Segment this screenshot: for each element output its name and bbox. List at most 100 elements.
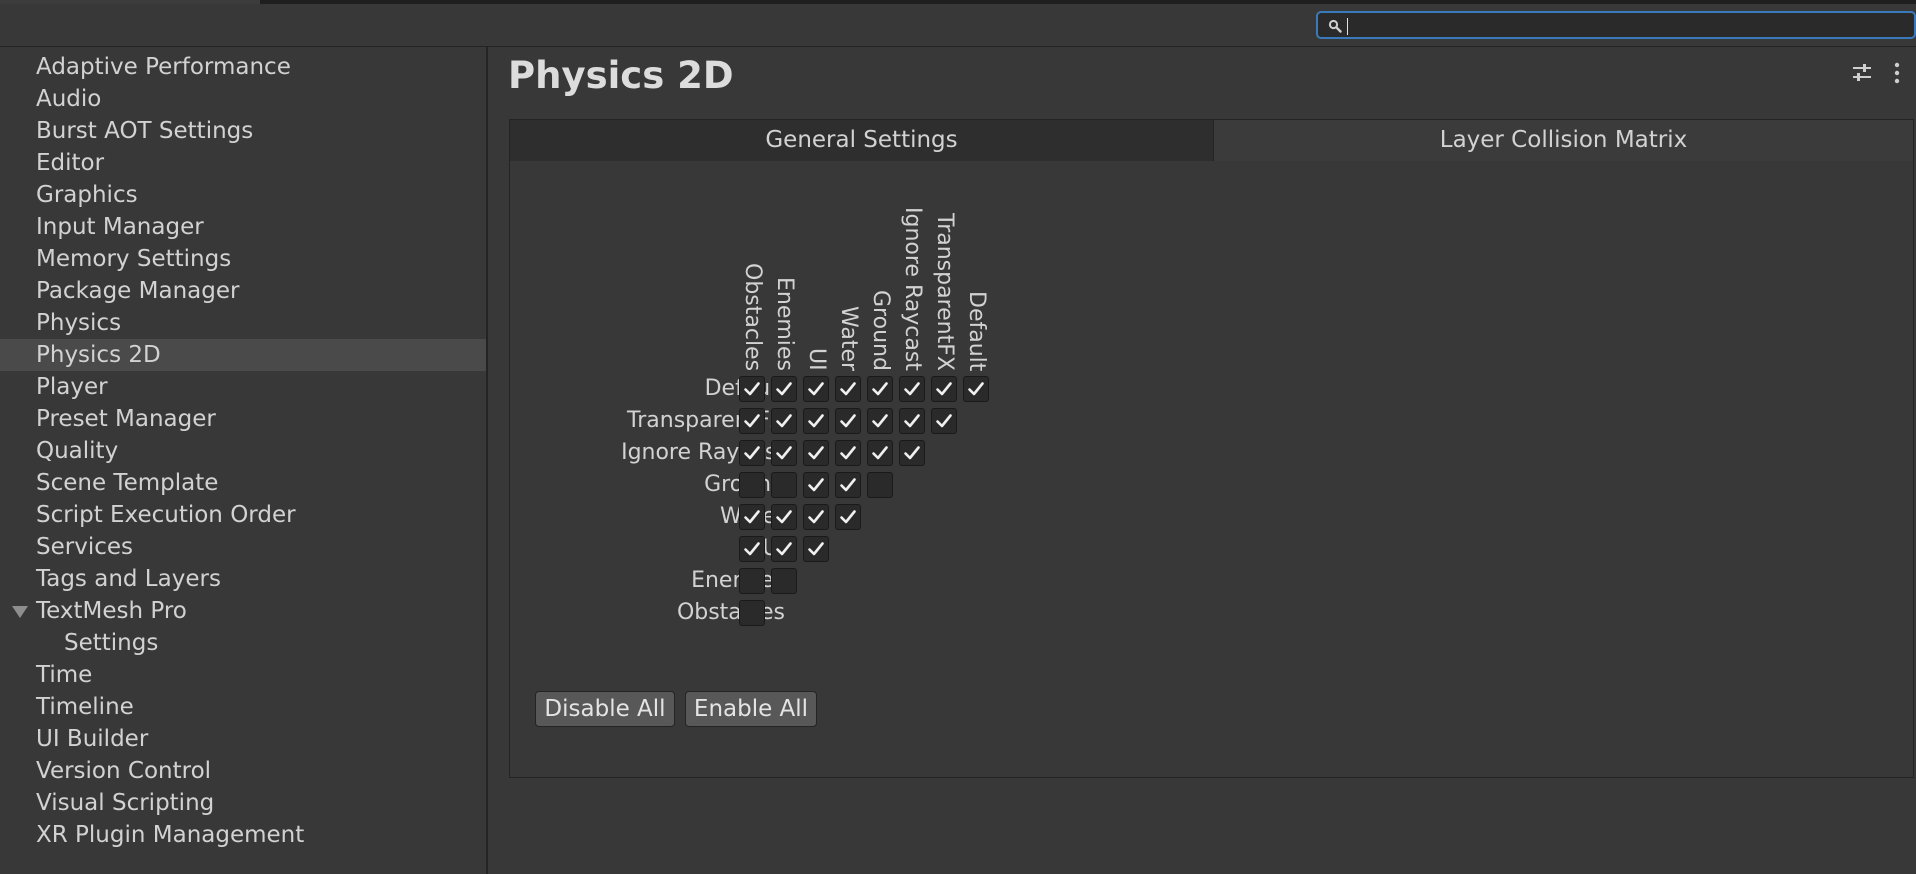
sidebar-item-burst-aot-settings[interactable]: Burst AOT Settings (0, 115, 486, 147)
sidebar-item-label: Timeline (36, 694, 134, 720)
matrix-column-label: Ignore Raycast (900, 207, 925, 371)
sidebar-item-settings[interactable]: Settings (0, 627, 486, 659)
sidebar-item-audio[interactable]: Audio (0, 83, 486, 115)
disable-all-button[interactable]: Disable All (535, 691, 675, 727)
collision-checkbox[interactable] (835, 504, 861, 530)
collision-checkbox[interactable] (803, 376, 829, 402)
sidebar-item-label: Input Manager (36, 214, 204, 240)
collision-checkbox[interactable] (771, 440, 797, 466)
collision-checkbox[interactable] (803, 536, 829, 562)
sidebar-item-visual-scripting[interactable]: Visual Scripting (0, 787, 486, 819)
matrix-column-label: Water (836, 305, 861, 371)
layer-collision-matrix-panel: Disable All Enable All Obstacles Enemies U… (509, 161, 1914, 778)
collision-checkbox[interactable] (739, 568, 765, 594)
sidebar-item-label: UI Builder (36, 726, 149, 752)
sidebar-item-label: Package Manager (36, 278, 240, 304)
checkmark-icon (744, 414, 760, 428)
checkmark-icon (840, 478, 856, 492)
matrix-column-label: Enemies (772, 277, 797, 371)
collision-checkbox[interactable] (835, 472, 861, 498)
sidebar-item-player[interactable]: Player (0, 371, 486, 403)
sidebar-item-quality[interactable]: Quality (0, 435, 486, 467)
collision-checkbox[interactable] (835, 408, 861, 434)
collision-checkbox[interactable] (739, 504, 765, 530)
sidebar-item-xr-plugin-management[interactable]: XR Plugin Management (0, 819, 486, 851)
sidebar-item-time[interactable]: Time (0, 659, 486, 691)
collision-checkbox[interactable] (899, 408, 925, 434)
collision-checkbox[interactable] (867, 376, 893, 402)
collision-checkbox[interactable] (739, 376, 765, 402)
collision-checkbox[interactable] (867, 472, 893, 498)
sidebar-item-physics-2d[interactable]: Physics 2D (0, 339, 486, 371)
collision-checkbox[interactable] (739, 472, 765, 498)
sidebar-item-services[interactable]: Services (0, 531, 486, 563)
sliders-icon[interactable] (1851, 62, 1873, 84)
sidebar-item-label: Editor (36, 150, 105, 176)
collision-checkbox[interactable] (771, 504, 797, 530)
expand-triangle-icon[interactable] (12, 606, 28, 618)
collision-checkbox[interactable] (803, 440, 829, 466)
collision-checkbox[interactable] (835, 440, 861, 466)
sidebar-item-label: Adaptive Performance (36, 54, 291, 80)
sidebar-item-ui-builder[interactable]: UI Builder (0, 723, 486, 755)
collision-checkbox[interactable] (803, 408, 829, 434)
sidebar-item-script-execution-order[interactable]: Script Execution Order (0, 499, 486, 531)
sidebar-item-label: TextMesh Pro (36, 598, 187, 624)
sidebar-item-graphics[interactable]: Graphics (0, 179, 486, 211)
collision-checkbox[interactable] (739, 408, 765, 434)
collision-checkbox[interactable] (867, 440, 893, 466)
sidebar-item-physics[interactable]: Physics (0, 307, 486, 339)
collision-checkbox[interactable] (739, 600, 765, 626)
checkmark-icon (776, 446, 792, 460)
sidebar-item-input-manager[interactable]: Input Manager (0, 211, 486, 243)
checkmark-icon (808, 414, 824, 428)
sidebar-item-label: Preset Manager (36, 406, 216, 432)
collision-checkbox[interactable] (771, 408, 797, 434)
collision-checkbox[interactable] (771, 376, 797, 402)
collision-checkbox[interactable] (931, 408, 957, 434)
sidebar-item-label: Burst AOT Settings (36, 118, 254, 144)
sidebar-item-preset-manager[interactable]: Preset Manager (0, 403, 486, 435)
settings-sidebar: Adaptive Performance Audio Burst AOT Setti… (0, 47, 486, 874)
collision-checkbox[interactable] (899, 440, 925, 466)
sidebar-item-label: Audio (36, 86, 102, 112)
collision-checkbox[interactable] (739, 440, 765, 466)
sidebar-item-package-manager[interactable]: Package Manager (0, 275, 486, 307)
sidebar-item-tags-and-layers[interactable]: Tags and Layers (0, 563, 486, 595)
collision-checkbox[interactable] (899, 376, 925, 402)
sidebar-item-timeline[interactable]: Timeline (0, 691, 486, 723)
tab-general-settings[interactable]: General Settings (509, 119, 1214, 162)
collision-checkbox[interactable] (771, 536, 797, 562)
sidebar-item-label: Graphics (36, 182, 138, 208)
checkmark-icon (776, 382, 792, 396)
enable-all-button[interactable]: Enable All (685, 691, 817, 727)
sidebar-item-editor[interactable]: Editor (0, 147, 486, 179)
search-icon (1328, 19, 1342, 33)
matrix-row-label: Obstacles (676, 600, 785, 625)
sidebar-item-label: Settings (64, 630, 159, 656)
sidebar-item-adaptive-performance[interactable]: Adaptive Performance (0, 51, 486, 83)
page-title: Physics 2D (508, 54, 734, 97)
search-field[interactable] (1316, 11, 1916, 39)
sidebar-item-version-control[interactable]: Version Control (0, 755, 486, 787)
collision-checkbox[interactable] (931, 376, 957, 402)
sidebar-item-label: Physics 2D (36, 342, 161, 368)
sidebar-item-scene-template[interactable]: Scene Template (0, 467, 486, 499)
sidebar-item-label: Physics (36, 310, 122, 336)
collision-checkbox[interactable] (835, 376, 861, 402)
collision-checkbox[interactable] (803, 504, 829, 530)
sidebar-item-textmesh-pro[interactable]: TextMesh Pro (0, 595, 486, 627)
collision-checkbox[interactable] (803, 472, 829, 498)
matrix-column-label: TransparentFX (932, 213, 957, 371)
collision-checkbox[interactable] (771, 568, 797, 594)
collision-checkbox[interactable] (867, 408, 893, 434)
sidebar-item-memory-settings[interactable]: Memory Settings (0, 243, 486, 275)
sidebar-item-label: XR Plugin Management (36, 822, 305, 848)
kebab-menu-icon[interactable] (1893, 62, 1901, 84)
collision-checkbox[interactable] (963, 376, 989, 402)
sidebar-item-label: Time (36, 662, 93, 688)
collision-checkbox[interactable] (771, 472, 797, 498)
sidebar-item-label: Memory Settings (36, 246, 232, 272)
tab-layer-collision-matrix[interactable]: Layer Collision Matrix (1213, 119, 1914, 162)
collision-checkbox[interactable] (739, 536, 765, 562)
